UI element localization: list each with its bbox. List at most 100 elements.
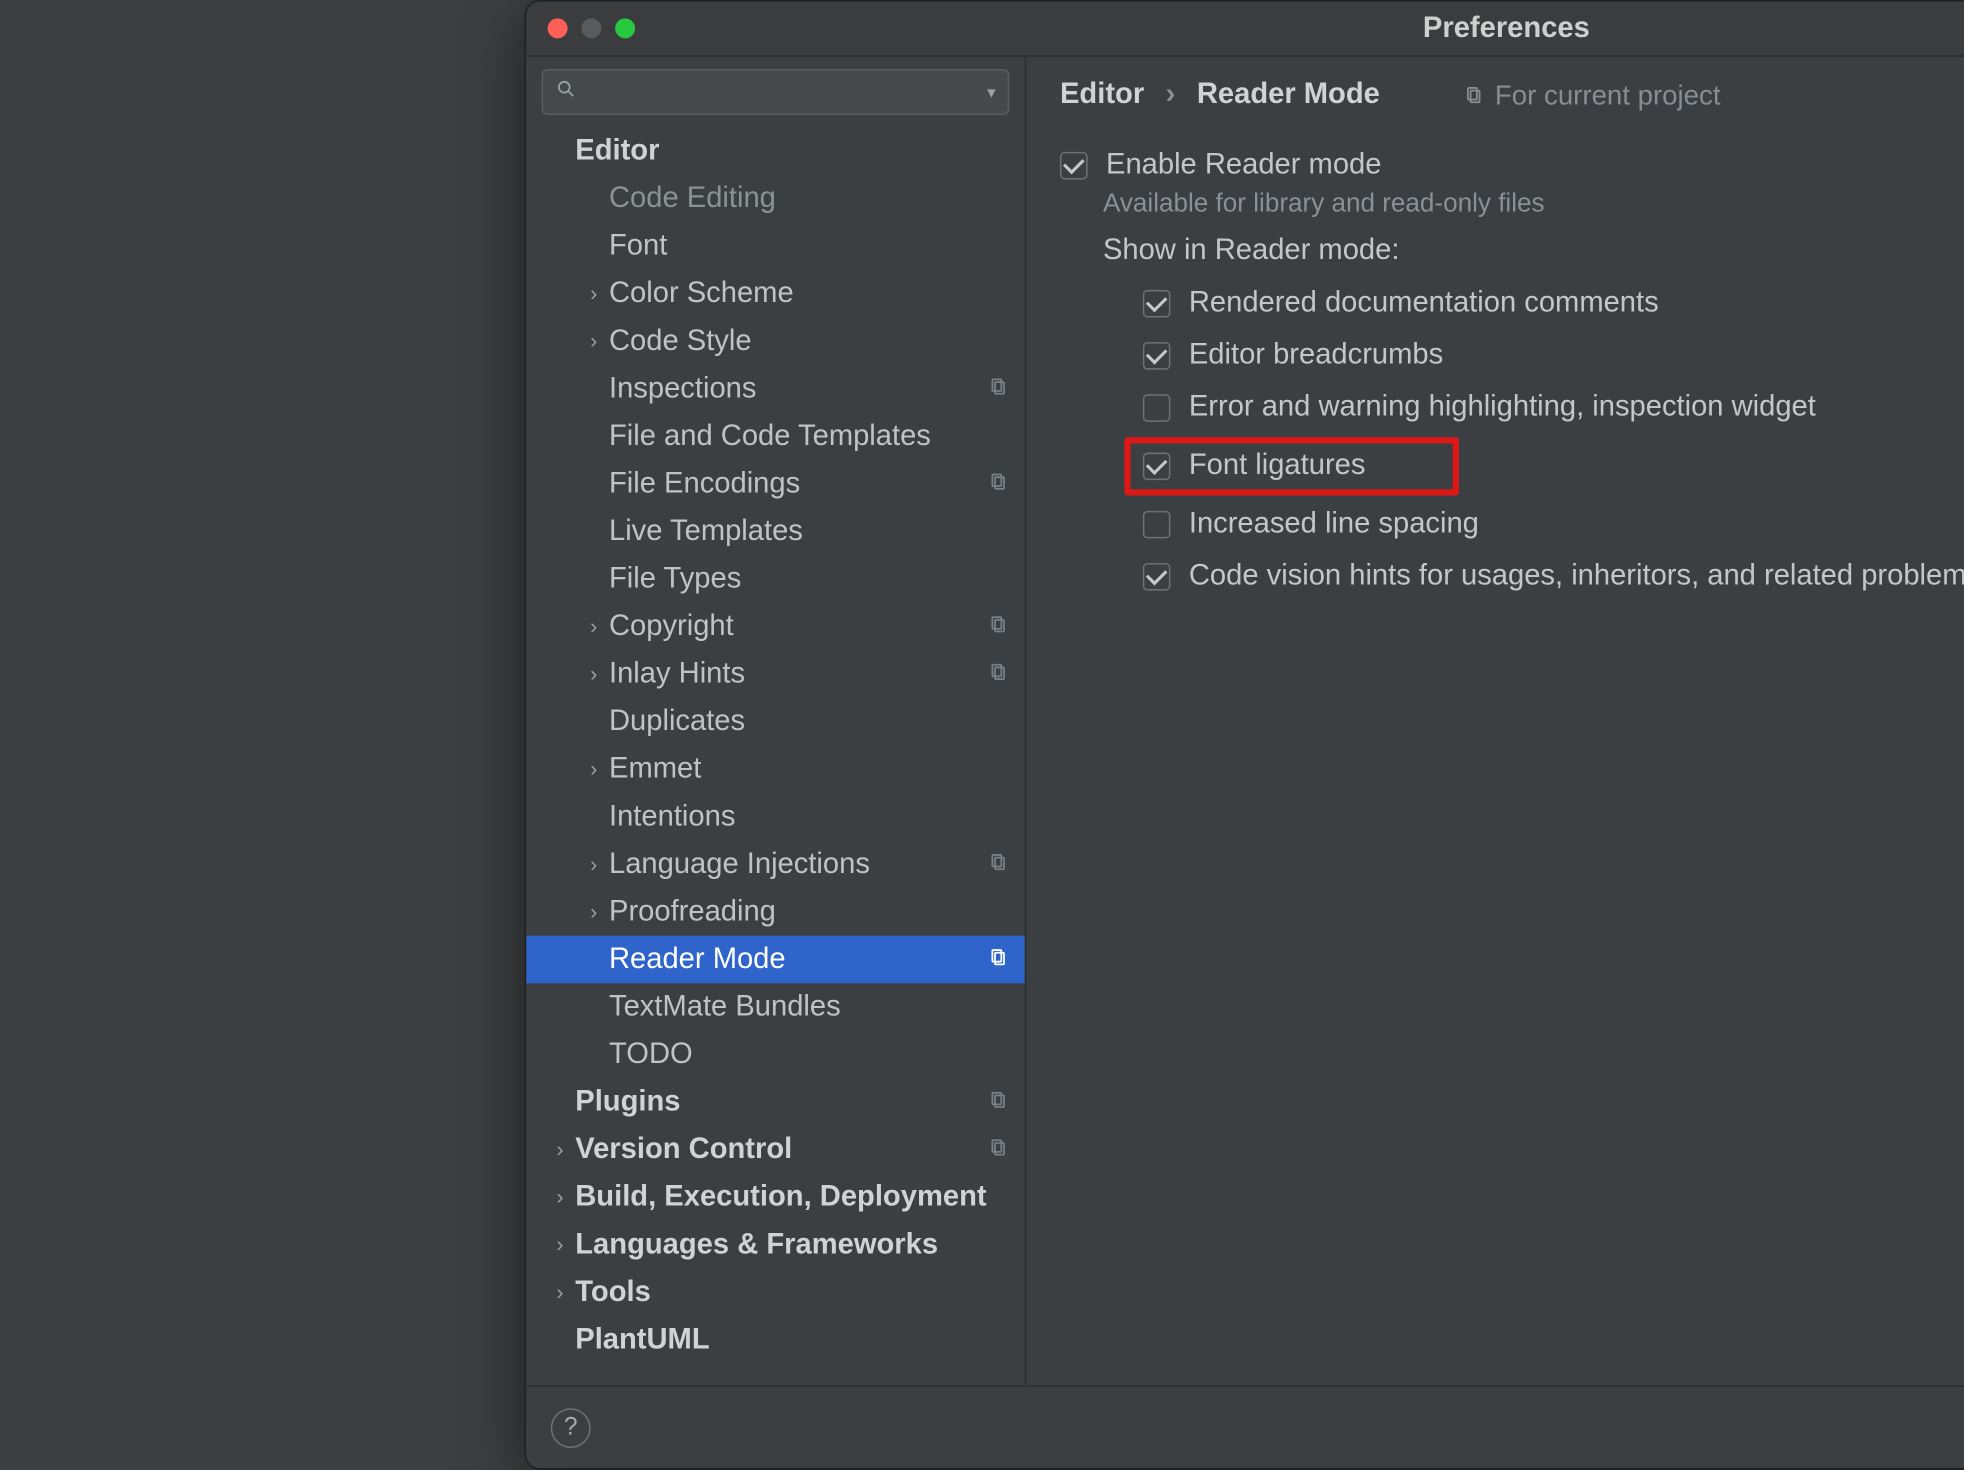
help-button[interactable]: ? [551, 1407, 591, 1447]
tree-item[interactable]: Live Templates [526, 508, 1025, 556]
enable-reader-mode-hint: Available for library and read-only file… [1060, 189, 1964, 220]
tree-item-label: Languages & Frameworks [575, 1221, 1012, 1269]
reader-mode-settings: Enable Reader mode Available for library… [1026, 127, 1964, 603]
reader-mode-option[interactable]: Increased line spacing [1060, 499, 1964, 551]
tree-item[interactable]: Duplicates [526, 698, 1025, 746]
settings-search-input[interactable] [586, 76, 978, 108]
tree-item-label: Copyright [609, 603, 985, 651]
tree-item[interactable]: Code Editing [526, 175, 1025, 223]
option-checkbox[interactable] [1143, 342, 1171, 370]
tree-item[interactable]: PlantUML [526, 1316, 1025, 1364]
chevron-right-icon: › [548, 1174, 573, 1222]
settings-search[interactable]: ▾ [542, 69, 1010, 115]
tree-item[interactable]: Reader Mode [526, 936, 1025, 984]
tree-item-label: PlantUML [575, 1316, 1012, 1364]
tree-item[interactable]: Font [526, 222, 1025, 270]
tree-item[interactable]: ›Languages & Frameworks [526, 1221, 1025, 1269]
tree-item-label: Emmet [609, 746, 1012, 794]
zoom-window-button[interactable] [615, 18, 635, 38]
tree-item-label: Color Scheme [609, 270, 1012, 318]
tree-item-label: File Types [609, 555, 1012, 603]
chevron-right-icon: › [548, 1126, 573, 1174]
tree-item[interactable]: ›Build, Execution, Deployment [526, 1174, 1025, 1222]
scope-note-text: For current project [1495, 79, 1721, 111]
chevron-right-icon: › [581, 650, 606, 698]
settings-tree[interactable]: EditorCode EditingFont›Color Scheme›Code… [526, 124, 1025, 1385]
tree-item[interactable]: File and Code Templates [526, 413, 1025, 461]
show-in-reader-mode-title: Show in Reader mode: [1060, 235, 1964, 269]
tree-item[interactable]: ›Copyright [526, 603, 1025, 651]
tree-item[interactable]: Plugins [526, 1078, 1025, 1126]
option-checkbox[interactable] [1143, 290, 1171, 318]
reader-mode-option[interactable]: Font ligatures [1143, 449, 1441, 483]
tree-item-label: Reader Mode [609, 936, 985, 984]
tree-item[interactable]: TODO [526, 1031, 1025, 1079]
project-scope-icon [985, 460, 1013, 508]
reader-mode-option[interactable]: Error and warning highlighting, inspecti… [1060, 382, 1964, 434]
option-checkbox[interactable] [1143, 394, 1171, 422]
tree-item-label: Live Templates [609, 508, 1012, 556]
breadcrumb-seg-editor[interactable]: Editor [1060, 78, 1144, 112]
tree-item[interactable]: File Encodings [526, 460, 1025, 508]
tree-item[interactable]: ›Code Style [526, 318, 1025, 366]
tree-item[interactable]: ›Emmet [526, 746, 1025, 794]
tree-item-label: Duplicates [609, 698, 1012, 746]
tree-item-label: File and Code Templates [609, 413, 1012, 461]
enable-reader-mode-checkbox[interactable] [1060, 152, 1088, 180]
tree-item[interactable]: File Types [526, 555, 1025, 603]
project-scope-icon [985, 936, 1013, 984]
option-label: Rendered documentation comments [1189, 287, 1659, 321]
tree-item-label: Language Injections [609, 841, 985, 889]
tree-item[interactable]: ›Version Control [526, 1126, 1025, 1174]
window-title: Preferences [526, 12, 1964, 46]
tree-item-label: Code Editing [609, 175, 1012, 223]
project-scope-icon [985, 365, 1013, 413]
tree-item[interactable]: ›Language Injections [526, 841, 1025, 889]
option-label: Code vision hints for usages, inheritors… [1189, 560, 1964, 594]
tree-item[interactable]: TextMate Bundles [526, 983, 1025, 1031]
tree-item-label: Tools [575, 1269, 1012, 1317]
project-scope-icon [985, 1078, 1013, 1126]
breadcrumb: Editor › Reader Mode For current project [1026, 57, 1964, 128]
tree-item-label: TODO [609, 1031, 1012, 1079]
option-checkbox[interactable] [1143, 511, 1171, 539]
breadcrumb-seg-reader-mode[interactable]: Reader Mode [1197, 78, 1380, 112]
tree-item-label: Font [609, 222, 1012, 270]
tree-item[interactable]: Inspections [526, 365, 1025, 413]
highlighted-option: Font ligatures [1124, 437, 1458, 495]
option-checkbox[interactable] [1143, 563, 1171, 591]
close-window-button[interactable] [548, 18, 568, 38]
project-scope-icon [985, 841, 1013, 889]
tree-item-label: Inlay Hints [609, 650, 985, 698]
settings-sidebar: ▾ EditorCode EditingFont›Color Scheme›Co… [526, 57, 1026, 1385]
window-controls [526, 18, 635, 38]
project-scope-icon [1463, 84, 1486, 107]
tree-item[interactable]: ›Color Scheme [526, 270, 1025, 318]
option-label: Font ligatures [1189, 449, 1366, 483]
tree-item[interactable]: ›Proofreading [526, 888, 1025, 936]
tree-item[interactable]: ›Inlay Hints [526, 650, 1025, 698]
reader-mode-option[interactable]: Rendered documentation comments [1060, 278, 1964, 330]
settings-main: Editor › Reader Mode For current project [1026, 57, 1964, 1385]
scope-note: For current project [1463, 79, 1721, 111]
reader-mode-option[interactable]: Editor breadcrumbs [1060, 330, 1964, 382]
reader-mode-option[interactable]: Code vision hints for usages, inheritors… [1060, 551, 1964, 603]
chevron-right-icon: › [581, 746, 606, 794]
enable-reader-mode-label: Enable Reader mode [1106, 149, 1381, 183]
preferences-window: Preferences http://www.javastack.cn ▾ Ed… [525, 0, 1964, 1470]
tree-item-label: Inspections [609, 365, 985, 413]
enable-reader-mode-row[interactable]: Enable Reader mode [1060, 140, 1964, 192]
tree-item[interactable]: ›Tools [526, 1269, 1025, 1317]
option-label: Increased line spacing [1189, 508, 1479, 542]
option-label: Editor breadcrumbs [1189, 339, 1443, 373]
chevron-right-icon: › [548, 1269, 573, 1317]
tree-item-label: Build, Execution, Deployment [575, 1174, 1012, 1222]
tree-item-label: File Encodings [609, 460, 985, 508]
tree-item[interactable]: Intentions [526, 793, 1025, 841]
minimize-window-button[interactable] [581, 18, 601, 38]
project-scope-icon [985, 603, 1013, 651]
titlebar: Preferences http://www.javastack.cn [526, 2, 1964, 57]
tree-item[interactable]: Editor [526, 127, 1025, 175]
search-history-icon[interactable]: ▾ [987, 82, 995, 102]
option-checkbox[interactable] [1143, 453, 1171, 481]
